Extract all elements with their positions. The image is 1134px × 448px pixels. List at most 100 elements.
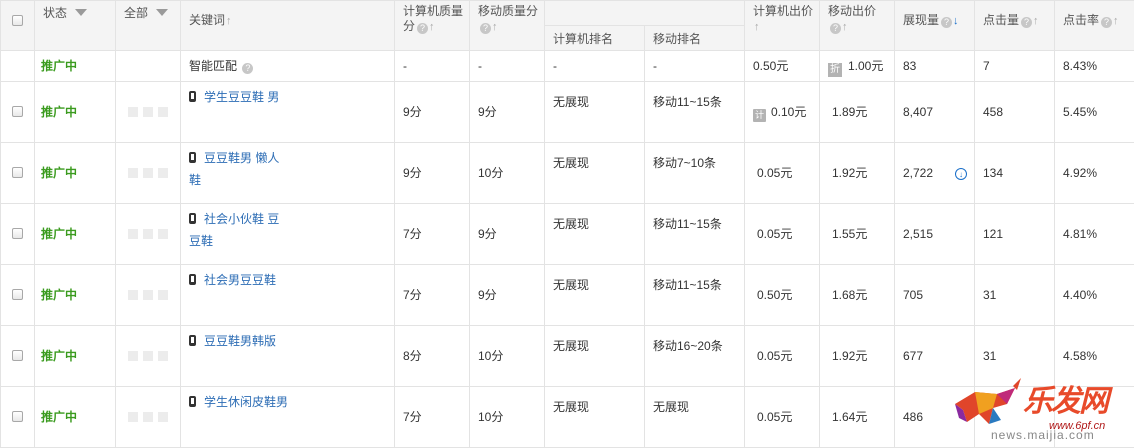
help-icon[interactable]: ?	[242, 63, 253, 74]
mobile-bid-cell[interactable]: 1.64元	[820, 387, 895, 448]
placeholder-cell	[116, 82, 181, 143]
pc-bid-cell[interactable]: 0.05元	[745, 326, 820, 387]
row-checkbox-cell	[1, 387, 35, 448]
discount-icon: 折	[828, 63, 842, 77]
help-icon[interactable]: ?	[417, 23, 428, 34]
site-watermark: 乐发网 news.maijia.com www.6pf.cn	[945, 372, 1134, 444]
help-icon[interactable]: ?	[480, 23, 491, 34]
ranking-mobile-cell: 移动11~15条	[645, 265, 745, 326]
pc-bid-header[interactable]: 计算机出价 ↑	[745, 1, 820, 51]
mobile-bid-cell[interactable]: 1.92元	[820, 326, 895, 387]
mobile-bid-cell[interactable]: 折1.00元	[820, 51, 895, 82]
sort-arrow-icon[interactable]: ↑	[1033, 15, 1039, 27]
row-checkbox[interactable]	[12, 289, 23, 300]
sort-arrow-icon[interactable]: ↑	[754, 20, 760, 35]
row-checkbox[interactable]	[12, 167, 23, 178]
chevron-down-icon[interactable]	[75, 9, 87, 16]
row-checkbox[interactable]	[12, 228, 23, 239]
pc-bid-cell[interactable]: 0.50元	[745, 265, 820, 326]
keyword-link-continued[interactable]: 鞋	[189, 173, 201, 187]
keyword-link-continued[interactable]: 豆鞋	[189, 234, 213, 248]
smart-match-label: 智能匹配	[189, 59, 237, 73]
keyword-link[interactable]: 学生休闲皮鞋男	[204, 395, 288, 409]
ctr-header[interactable]: 点击率?↑	[1055, 1, 1134, 51]
ctr-cell: 4.40%	[1055, 265, 1134, 326]
status-badge: 推广中	[35, 51, 115, 77]
ranking-mobile-header: 移动排名	[645, 26, 745, 51]
mobile-icon	[189, 396, 196, 407]
pc-quality-header[interactable]: 计算机质量 分?↑	[395, 1, 470, 51]
placeholder-cell	[116, 326, 181, 387]
keyword-cell: 社会男豆豆鞋	[181, 265, 395, 326]
pc-quality-cell: 7分	[395, 265, 470, 326]
keyword-link[interactable]: 社会小伙鞋 豆	[204, 212, 279, 226]
row-checkbox[interactable]	[12, 106, 23, 117]
help-icon[interactable]: ?	[830, 23, 841, 34]
keyword-cell: 学生休闲皮鞋男	[181, 387, 395, 448]
smart-checkbox-cell	[1, 51, 35, 82]
status-cell: 推广中	[35, 265, 116, 326]
mobile-bid-cell[interactable]: 1.92元	[820, 143, 895, 204]
mobile-bid-cell[interactable]: 1.68元	[820, 265, 895, 326]
clicks-cell: 31	[975, 265, 1055, 326]
keyword-link[interactable]: 豆豆鞋男 懒人	[204, 151, 279, 165]
ctr-cell: 4.92%	[1055, 143, 1134, 204]
clicks-header[interactable]: 点击量?↑	[975, 1, 1055, 51]
sort-arrow-icon[interactable]: ↓	[953, 15, 959, 27]
row-checkbox[interactable]	[12, 411, 23, 422]
pc-bid-cell[interactable]: 0.05元	[745, 143, 820, 204]
keyword-link[interactable]: 学生豆豆鞋 男	[204, 90, 279, 104]
filter-all-header[interactable]: 全部	[116, 1, 181, 51]
mobile-bid-cell[interactable]: 1.55元	[820, 204, 895, 265]
pc-bid-cell[interactable]: 0.05元	[745, 204, 820, 265]
ctr-cell: 5.45%	[1055, 82, 1134, 143]
pc-bid-cell[interactable]: 0.05元	[745, 387, 820, 448]
status-badge: 推广中	[35, 387, 115, 428]
mobile-quality-header[interactable]: 移动质量分 ?↑	[470, 1, 545, 51]
keyword-link[interactable]: 豆豆鞋男韩版	[204, 334, 276, 348]
clicks-cell: 458	[975, 82, 1055, 143]
table-row: 推广中 社会小伙鞋 豆豆鞋 7分 9分 无展现 移动11~15条 0.05元 1…	[1, 204, 1134, 265]
mobile-bid-cell[interactable]: 1.89元	[820, 82, 895, 143]
keyword-link[interactable]: 社会男豆豆鞋	[204, 273, 276, 287]
ranking-mobile-cell: 移动16~20条	[645, 326, 745, 387]
sort-arrow-icon[interactable]: ↑	[429, 20, 435, 35]
mobile-icon	[189, 152, 196, 163]
impressions-cell: 83	[895, 51, 975, 82]
ranking-mobile-cell: -	[645, 51, 745, 82]
row-checkbox[interactable]	[12, 350, 23, 361]
status-cell: 推广中	[35, 326, 116, 387]
impressions-cell: 2,515	[895, 204, 975, 265]
select-all-cell	[1, 1, 35, 51]
placeholder-cell	[116, 51, 181, 82]
sort-arrow-icon[interactable]: ↑	[1113, 15, 1119, 27]
keyword-header[interactable]: 关键词↑	[181, 1, 395, 51]
ranking-pc-cell: 无展现	[545, 82, 645, 143]
mobile-bid-header[interactable]: 移动出价 ?↑	[820, 1, 895, 51]
sort-arrow-icon[interactable]: ↑	[226, 15, 232, 27]
status-header[interactable]: 状态	[35, 1, 116, 51]
ranking-pc-cell: 无展现	[545, 204, 645, 265]
keyword-cell: 智能匹配 ?	[181, 51, 395, 82]
status-badge: 推广中	[35, 326, 115, 367]
placeholder-cell	[116, 204, 181, 265]
help-icon[interactable]: ?	[1101, 17, 1112, 28]
pc-quality-cell: 7分	[395, 387, 470, 448]
help-icon[interactable]: ?	[941, 17, 952, 28]
pc-bid-cell[interactable]: 0.50元	[745, 51, 820, 82]
impressions-header[interactable]: 展现量?↓	[895, 1, 975, 51]
impressions-cell: 8,407	[895, 82, 975, 143]
select-all-checkbox[interactable]	[12, 15, 23, 26]
sort-arrow-icon[interactable]: ↑	[492, 20, 498, 35]
pc-quality-cell: 9分	[395, 82, 470, 143]
status-badge: 推广中	[35, 82, 115, 123]
help-icon[interactable]: ?	[1021, 17, 1032, 28]
download-icon[interactable]: ↓	[955, 168, 967, 180]
ranking-pc-cell: -	[545, 51, 645, 82]
pc-quality-cell: 7分	[395, 204, 470, 265]
status-cell: 推广中	[35, 82, 116, 143]
chevron-down-icon[interactable]	[156, 9, 168, 16]
pc-bid-cell[interactable]: 计0.10元	[745, 82, 820, 143]
row-checkbox-cell	[1, 326, 35, 387]
sort-arrow-icon[interactable]: ↑	[842, 20, 848, 35]
